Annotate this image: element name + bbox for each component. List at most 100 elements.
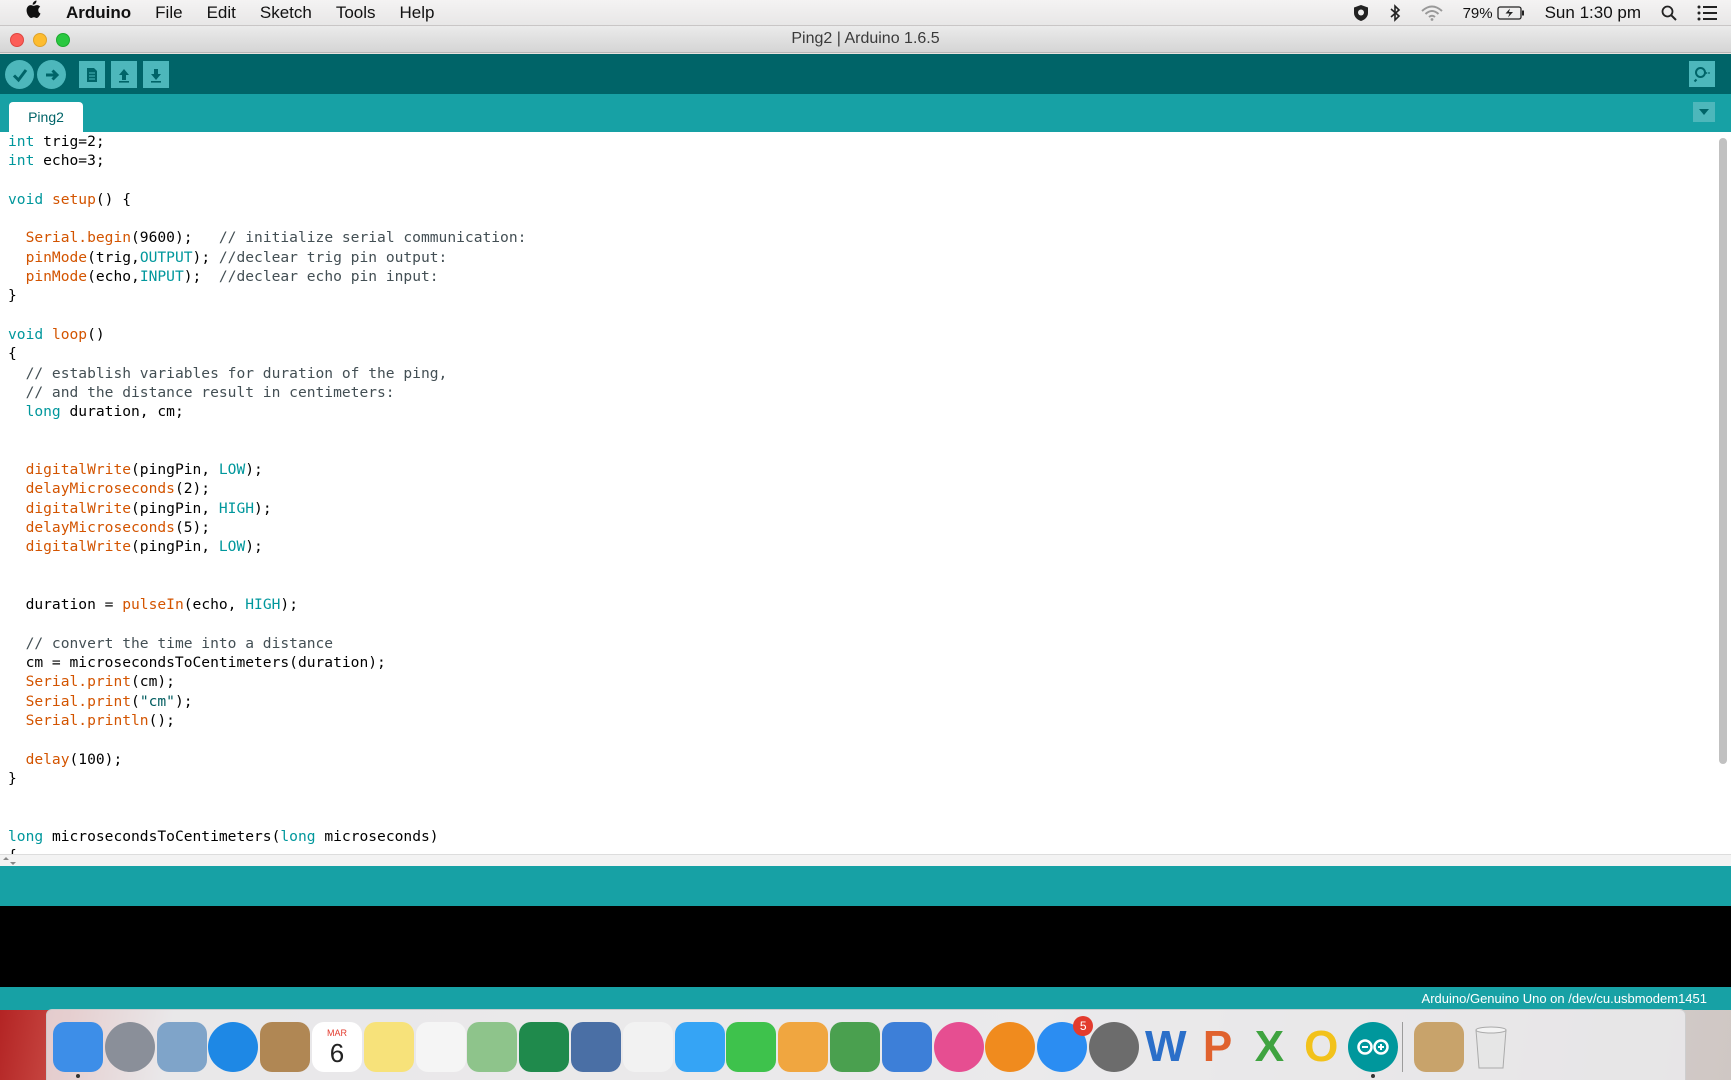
- code-line[interactable]: delayMicroseconds(2);: [8, 479, 526, 498]
- code-line[interactable]: int trig=2;: [8, 132, 526, 151]
- code-line[interactable]: // and the distance result in centimeter…: [8, 383, 526, 402]
- app-menu[interactable]: Arduino: [66, 0, 143, 26]
- mail-stamp-icon[interactable]: [156, 1022, 207, 1072]
- pages-icon[interactable]: [778, 1022, 829, 1072]
- code-line[interactable]: [8, 576, 526, 595]
- contacts-icon[interactable]: [260, 1022, 311, 1072]
- code-line[interactable]: [8, 441, 526, 460]
- tab-ping2[interactable]: Ping2: [9, 102, 83, 132]
- menu-tools[interactable]: Tools: [324, 0, 388, 26]
- code-line[interactable]: delay(100);: [8, 750, 526, 769]
- facetime-icon[interactable]: [726, 1022, 777, 1072]
- menu-file[interactable]: File: [143, 0, 194, 26]
- word-icon[interactable]: W: [1141, 1022, 1191, 1072]
- menu-sketch[interactable]: Sketch: [248, 0, 324, 26]
- code-line[interactable]: [8, 421, 526, 440]
- code-line[interactable]: }: [8, 286, 526, 305]
- open-sketch-button[interactable]: [111, 61, 137, 88]
- network-icon[interactable]: [571, 1022, 621, 1072]
- outlook-icon[interactable]: O: [1296, 1022, 1346, 1072]
- code-line[interactable]: [8, 807, 526, 826]
- numbers-icon[interactable]: [830, 1022, 880, 1072]
- code-line[interactable]: [8, 557, 526, 576]
- code-line[interactable]: [8, 209, 526, 228]
- code-line[interactable]: cm = microsecondsToCentimeters(duration)…: [8, 653, 526, 672]
- finder-icon[interactable]: [53, 1022, 103, 1072]
- photos-icon[interactable]: [622, 1022, 673, 1072]
- battery-charging-icon[interactable]: [1496, 6, 1535, 20]
- editor-vertical-scrollbar[interactable]: [1717, 134, 1727, 766]
- notification-center-icon[interactable]: [1687, 5, 1731, 21]
- code-line[interactable]: long microsecondsToCentimeters(long micr…: [8, 827, 526, 846]
- code-line[interactable]: Serial.print(cm);: [8, 672, 526, 691]
- apple-menu-icon[interactable]: [0, 0, 66, 25]
- code-line[interactable]: {: [8, 344, 526, 363]
- console-output[interactable]: [0, 906, 1731, 987]
- itunes-icon[interactable]: [933, 1022, 984, 1072]
- editor-console-splitter[interactable]: [0, 854, 1731, 866]
- code-line[interactable]: pinMode(trig,OUTPUT); //declear trig pin…: [8, 248, 526, 267]
- save-sketch-button[interactable]: [143, 61, 169, 88]
- messages-icon[interactable]: [674, 1022, 725, 1072]
- code-line[interactable]: long duration, cm;: [8, 402, 526, 421]
- window-title-bar[interactable]: Ping2 | Arduino 1.6.5: [0, 26, 1731, 53]
- tab-menu-button[interactable]: [1693, 102, 1715, 122]
- bluetooth-icon[interactable]: [1379, 4, 1411, 22]
- downloads-stack-icon[interactable]: [1413, 1022, 1464, 1072]
- ibooks-icon[interactable]: [985, 1022, 1036, 1072]
- window-minimize-button[interactable]: [33, 33, 47, 47]
- window-close-button[interactable]: [10, 33, 24, 47]
- code-line[interactable]: Serial.begin(9600); // initialize serial…: [8, 228, 527, 247]
- code-line[interactable]: [8, 614, 526, 633]
- menu-edit[interactable]: Edit: [195, 0, 248, 26]
- spotlight-search-icon[interactable]: [1651, 5, 1687, 21]
- code-line[interactable]: }: [8, 769, 526, 788]
- launchpad-icon[interactable]: [104, 1022, 155, 1072]
- code-line[interactable]: [8, 306, 526, 325]
- battery-percent: 79%: [1462, 4, 1493, 22]
- wifi-icon[interactable]: [1411, 5, 1453, 21]
- code-line[interactable]: [8, 171, 526, 190]
- code-line[interactable]: [8, 730, 526, 749]
- verify-button[interactable]: [5, 60, 34, 89]
- code-line[interactable]: digitalWrite(pingPin, HIGH);: [8, 499, 526, 518]
- code-line[interactable]: duration = pulseIn(echo, HIGH);: [8, 595, 526, 614]
- code-editor[interactable]: int trig=2; int echo=3; void setup() { Ser…: [0, 132, 1731, 866]
- keynote-icon[interactable]: [881, 1022, 932, 1072]
- code-text[interactable]: int trig=2; int echo=3; void setup() { Ser…: [8, 132, 526, 865]
- code-line[interactable]: digitalWrite(pingPin, LOW);: [8, 537, 526, 556]
- code-line[interactable]: delayMicroseconds(5);: [8, 518, 526, 537]
- excel-icon[interactable]: X: [1244, 1022, 1294, 1072]
- upload-button[interactable]: [37, 60, 66, 89]
- code-line[interactable]: void loop(): [8, 325, 526, 344]
- code-line[interactable]: void setup() {: [8, 190, 526, 209]
- trash-icon[interactable]: [1466, 1022, 1516, 1072]
- vpn-shield-icon[interactable]: [1343, 4, 1379, 22]
- arduino-icon[interactable]: [1348, 1022, 1398, 1072]
- code-line[interactable]: Serial.print("cm");: [8, 692, 526, 711]
- shield-security-icon[interactable]: [519, 1022, 570, 1072]
- code-line[interactable]: pinMode(echo,INPUT); //declear echo pin …: [8, 267, 526, 286]
- system-preferences-icon[interactable]: [1089, 1022, 1139, 1072]
- menu-help[interactable]: Help: [388, 0, 447, 26]
- code-line[interactable]: digitalWrite(pingPin, LOW);: [8, 460, 526, 479]
- reminders-icon[interactable]: [415, 1022, 466, 1072]
- clock[interactable]: Sun 1:30 pm: [1535, 3, 1651, 23]
- code-line[interactable]: // convert the time into a distance: [8, 634, 526, 653]
- code-line[interactable]: // establish variables for duration of t…: [8, 364, 526, 383]
- maps-icon[interactable]: [467, 1022, 518, 1072]
- editor-scroll-thumb[interactable]: [1719, 138, 1727, 764]
- window-zoom-button[interactable]: [56, 33, 70, 47]
- code-line[interactable]: Serial.println();: [8, 711, 526, 730]
- powerpoint-icon[interactable]: P: [1193, 1022, 1243, 1072]
- notes-icon[interactable]: [363, 1022, 414, 1072]
- safari-icon[interactable]: [208, 1022, 259, 1072]
- serial-monitor-button[interactable]: [1689, 61, 1715, 87]
- calendar-icon[interactable]: MAR 6: [312, 1022, 362, 1072]
- new-sketch-button[interactable]: [79, 61, 105, 88]
- split-arrows-icon[interactable]: [2, 856, 16, 866]
- code-line[interactable]: [8, 788, 526, 807]
- code-line[interactable]: int echo=3;: [8, 151, 526, 170]
